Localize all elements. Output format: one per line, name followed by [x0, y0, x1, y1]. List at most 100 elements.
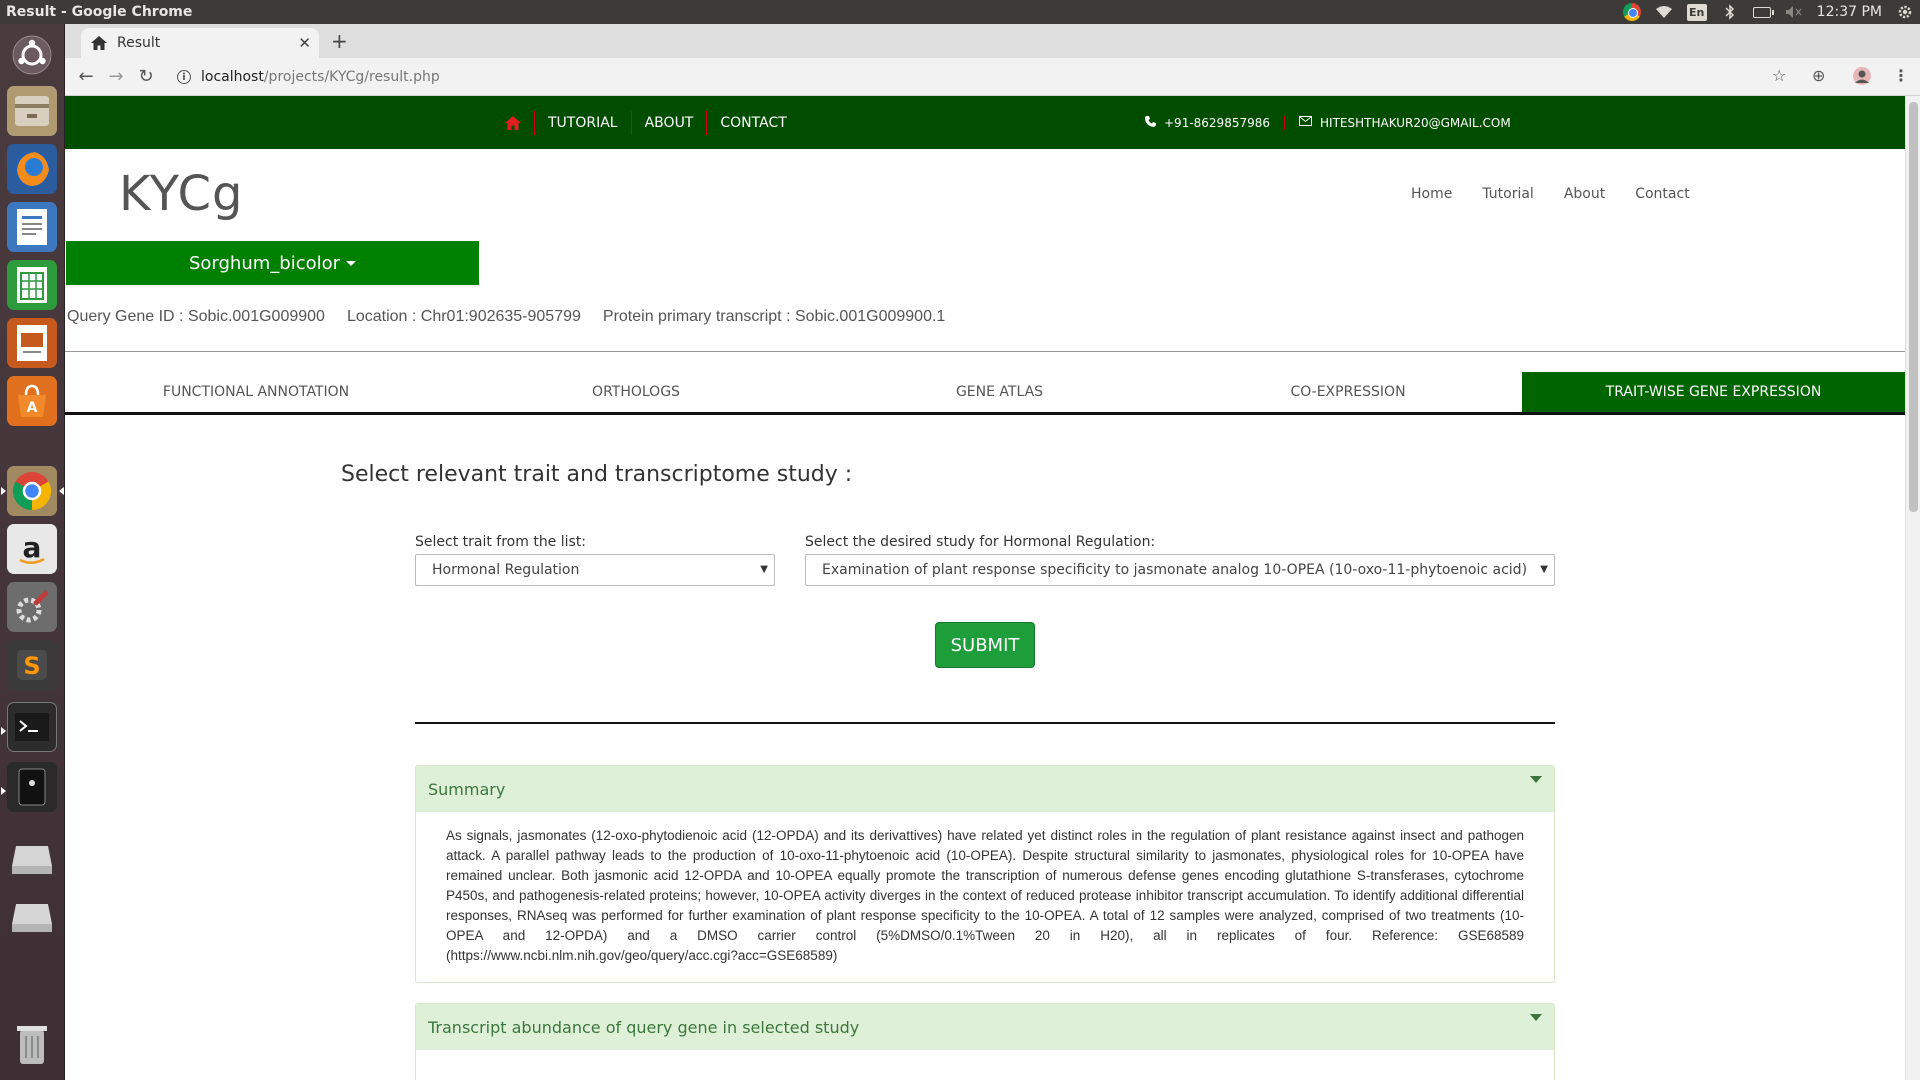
wifi-icon[interactable]	[1655, 3, 1673, 21]
calc-icon[interactable]	[7, 260, 57, 310]
url-path: /projects/KYCg/result.php	[263, 69, 440, 85]
envelope-icon	[1299, 116, 1313, 129]
tab-gene-atlas[interactable]: GENE ATLAS	[825, 372, 1174, 412]
email-contact: HITESHTHAKUR20@GMAIL.COM	[1284, 115, 1525, 130]
study-select[interactable]: Examination of plant response specificit…	[805, 554, 1555, 586]
trait-select[interactable]: Hormonal Regulation ▼	[415, 554, 775, 586]
writer-icon[interactable]	[7, 202, 57, 252]
top-navigation: TUTORIAL ABOUT CONTACT	[495, 96, 800, 149]
kebab-menu-icon[interactable]: ⋮	[1893, 66, 1909, 85]
home-icon	[91, 36, 107, 50]
scrollbar-thumb[interactable]	[1909, 102, 1918, 512]
tab-trait-wise-gene-expression[interactable]: TRAIT-WISE GENE EXPRESSION	[1522, 372, 1905, 412]
drive-icon[interactable]	[7, 834, 57, 884]
study-label: Select the desired study for Hormonal Re…	[805, 534, 1156, 550]
summary-panel: Summary As signals, jasmonates (12-oxo-p…	[415, 765, 1555, 983]
site-logo[interactable]: KYCg	[119, 166, 243, 222]
topnav-contact[interactable]: CONTACT	[706, 110, 799, 135]
contact-info: +91-8629857986 HITESHTHAKUR20@GMAIL.COM	[1131, 96, 1525, 149]
tab-title: Result	[117, 35, 161, 51]
keyboard-layout-indicator[interactable]: En	[1686, 3, 1707, 21]
running-indicator	[1, 787, 6, 795]
system-settings-icon[interactable]	[7, 582, 57, 632]
firefox-icon[interactable]	[7, 144, 57, 194]
software-center-icon[interactable]: A	[7, 376, 57, 426]
new-tab-button[interactable]: +	[331, 29, 348, 53]
screenshot-tool-icon[interactable]	[7, 762, 57, 812]
tab-functional-annotation[interactable]: FUNCTIONAL ANNOTATION	[65, 372, 447, 412]
main-navigation: Home Tutorial About Contact	[1411, 186, 1690, 202]
star-icon[interactable]: ☆	[1772, 66, 1786, 85]
dropdown-arrow-icon: ▼	[760, 564, 768, 575]
result-tabs: FUNCTIONAL ANNOTATION ORTHOLOGS GENE ATL…	[65, 372, 1905, 415]
summary-title: Summary	[428, 779, 506, 799]
mainnav-tutorial[interactable]: Tutorial	[1482, 186, 1533, 202]
phone-number: +91-8629857986	[1164, 115, 1271, 130]
topnav-about[interactable]: ABOUT	[630, 110, 707, 135]
gear-icon[interactable]	[1896, 3, 1914, 21]
tab-orthologs[interactable]: ORTHOLOGS	[447, 372, 825, 412]
trash-icon[interactable]	[7, 1019, 57, 1069]
os-top-panel: Result - Google Chrome En 12:37 PM	[0, 0, 1920, 24]
bluetooth-icon[interactable]	[1721, 3, 1739, 21]
browser-tab[interactable]: Result ✕	[81, 28, 319, 58]
topnav-tutorial[interactable]: TUTORIAL	[534, 110, 631, 135]
ubuntu-dash-icon[interactable]	[7, 30, 57, 80]
focused-indicator	[59, 487, 64, 495]
svg-text:S: S	[23, 652, 40, 680]
clock[interactable]: 12:37 PM	[1817, 4, 1882, 20]
impress-icon[interactable]	[7, 318, 57, 368]
home-icon	[505, 115, 521, 130]
page-scrollbar[interactable]	[1905, 96, 1920, 1080]
tab-co-expression[interactable]: CO-EXPRESSION	[1174, 372, 1522, 412]
transcript-panel-header[interactable]: Transcript abundance of query gene in se…	[416, 1004, 1554, 1050]
browser-toolbar: ← → ↻ i localhost/projects/KYCg/result.p…	[65, 58, 1920, 96]
chrome-icon[interactable]	[7, 466, 57, 516]
amazon-icon[interactable]: a	[7, 524, 57, 574]
page-viewport: TUTORIAL ABOUT CONTACT +91-8629857986 HI…	[65, 96, 1905, 1080]
primary-transcript: Protein primary transcript : Sobic.001G0…	[602, 308, 946, 325]
drive-icon[interactable]	[7, 892, 57, 942]
browser-tab-strip: Result ✕ +	[65, 24, 1920, 58]
gene-location: Location : Chr01:902635-905799	[346, 308, 581, 325]
email-address[interactable]: HITESHTHAKUR20@GMAIL.COM	[1320, 116, 1511, 130]
summary-text: As signals, jasmonates (12-oxo-phytodien…	[446, 828, 1524, 963]
phone-contact: +91-8629857986	[1131, 115, 1284, 130]
site-top-bar: TUTORIAL ABOUT CONTACT +91-8629857986 HI…	[65, 96, 1905, 149]
profile-avatar[interactable]	[1852, 66, 1872, 90]
volume-muted-icon[interactable]	[1785, 3, 1803, 21]
topnav-home[interactable]	[495, 111, 534, 135]
forward-icon[interactable]: →	[101, 66, 131, 87]
running-indicator	[1, 727, 6, 735]
info-icon[interactable]: i	[177, 70, 191, 84]
files-icon[interactable]	[7, 86, 57, 136]
summary-panel-header[interactable]: Summary	[416, 766, 1554, 812]
mainnav-contact[interactable]: Contact	[1635, 186, 1689, 202]
query-gene-id: Query Gene ID : Sobic.001G009900	[67, 308, 325, 325]
trait-label: Select trait from the list:	[415, 534, 587, 550]
terminal-icon[interactable]	[7, 702, 57, 752]
reload-icon[interactable]: ↻	[131, 66, 161, 87]
sublime-text-icon[interactable]: S	[7, 640, 57, 690]
svg-text:a: a	[23, 531, 42, 564]
globe-extension-icon[interactable]: ⊕	[1812, 66, 1825, 85]
mainnav-home[interactable]: Home	[1411, 186, 1452, 202]
back-icon[interactable]: ←	[71, 66, 101, 87]
close-icon[interactable]: ✕	[298, 34, 311, 52]
gene-info: Query Gene ID : Sobic.001G009900 Locatio…	[67, 308, 945, 326]
species-label: Sorghum_bicolor	[188, 252, 341, 274]
chrome-tray-icon[interactable]	[1622, 3, 1641, 21]
submit-button[interactable]: SUBMIT	[935, 622, 1035, 668]
battery-icon[interactable]	[1752, 3, 1774, 21]
study-select-value: Examination of plant response specificit…	[822, 562, 1526, 578]
caret-down-icon[interactable]	[1530, 1014, 1542, 1021]
app-launcher: A a S	[0, 24, 65, 1080]
section-heading: Select relevant trait and transcriptome …	[341, 462, 853, 487]
species-dropdown[interactable]: Sorghum_bicolor	[66, 241, 479, 285]
window-title: Result - Google Chrome	[6, 4, 193, 20]
divider	[65, 351, 1905, 352]
caret-down-icon[interactable]	[1530, 776, 1542, 783]
trait-select-value: Hormonal Regulation	[432, 562, 580, 578]
mainnav-about[interactable]: About	[1564, 186, 1605, 202]
address-bar[interactable]: i localhost/projects/KYCg/result.php	[177, 62, 1817, 92]
